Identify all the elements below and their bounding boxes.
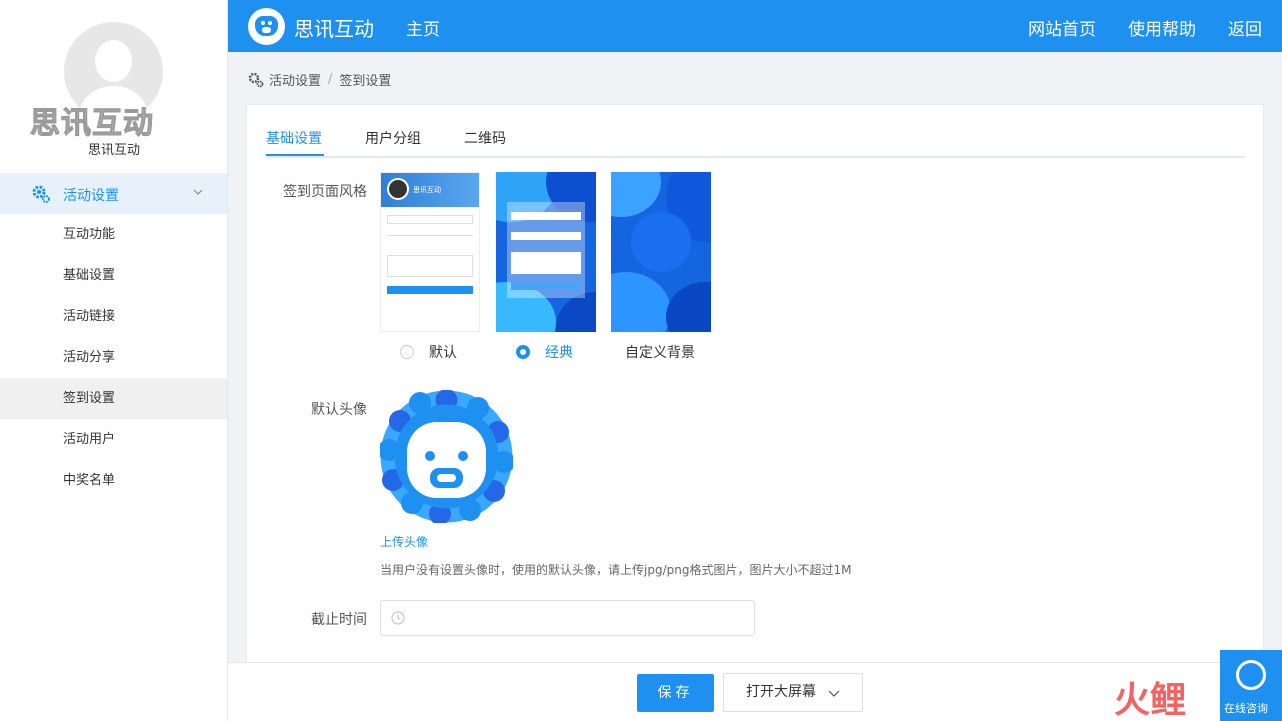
radio-circle-selected[interactable] (516, 345, 530, 359)
style-thumb-custom-background[interactable] (611, 172, 711, 332)
open-big-screen-label: 打开大屏幕 (746, 684, 816, 700)
style-label: 签到页面风格 (283, 184, 367, 200)
online-consult-button[interactable]: 在线咨询 (1220, 650, 1282, 721)
radio-label: 自定义背景 (625, 345, 695, 361)
logo-icon[interactable] (248, 8, 285, 45)
tab-bar: 基础设置 用户分组 二维码 (266, 105, 1245, 158)
breadcrumb-parent[interactable]: 活动设置 (269, 70, 321, 89)
gear-icon (248, 72, 264, 87)
sidebar-item-basic-settings[interactable]: 基础设置 (0, 255, 227, 296)
radio-label: 经典 (545, 345, 573, 361)
radio-label: 默认 (429, 345, 457, 361)
top-links: 网站首页 使用帮助 返回 (1028, 15, 1262, 40)
sidebar-item-signin-settings[interactable]: 签到设置 (0, 378, 227, 419)
website-home-link[interactable]: 网站首页 (1028, 15, 1096, 40)
tab-active-indicator (266, 154, 324, 156)
tab-basic-settings[interactable]: 基础设置 (266, 128, 322, 148)
settings-card: 基础设置 用户分组 二维码 签到页面风格 思讯互动 默认 经典 自定义背景 默认… (246, 104, 1264, 664)
sidebar-parent-label: 活动设置 (63, 188, 119, 204)
avatar-label: 默认头像 (311, 402, 367, 418)
watermark-logo: 火鲤 (1114, 680, 1187, 721)
avatar-hint: 当用户没有设置头像时，使用的默认头像，请上传jpg/png格式图片，图片大小不超… (380, 563, 852, 577)
sidebar-submenu: 互动功能 基础设置 活动链接 活动分享 签到设置 活动用户 中奖名单 (0, 214, 227, 501)
radio-circle[interactable] (400, 345, 414, 359)
breadcrumb-separator: / (328, 72, 333, 87)
headset-icon (1236, 660, 1266, 690)
app-title[interactable]: 思讯互动 (294, 13, 374, 42)
sidebar-item-activity-share[interactable]: 活动分享 (0, 337, 227, 378)
upload-avatar-link[interactable]: 上传头像 (380, 533, 428, 550)
radio-custom-background[interactable]: 自定义背景 (625, 342, 695, 362)
brand-name: 思讯互动 (87, 143, 140, 158)
save-button[interactable]: 保存 (637, 674, 714, 712)
deadline-label: 截止时间 (311, 612, 367, 628)
sidebar-item-winner-list[interactable]: 中奖名单 (0, 460, 227, 501)
tab-qrcode[interactable]: 二维码 (464, 128, 506, 148)
top-bar: 思讯互动 主页 网站首页 使用帮助 返回 (228, 0, 1282, 52)
breadcrumb: 活动设置 / 签到设置 (248, 70, 391, 89)
sidebar: 思讯互动 思讯互动 活动设置 互动功能 基础设置 活动链接 活动分享 签到设置 … (0, 0, 228, 721)
gear-icon (32, 185, 50, 203)
consult-label: 在线咨询 (1224, 702, 1268, 715)
help-link[interactable]: 使用帮助 (1128, 15, 1196, 40)
thumb-avatar (387, 178, 409, 200)
sidebar-item-activity-users[interactable]: 活动用户 (0, 419, 227, 460)
sidebar-menu-activity-settings[interactable]: 活动设置 (0, 173, 227, 214)
tab-user-groups[interactable]: 用户分组 (365, 128, 421, 148)
thumb-brand-name: 思讯互动 (413, 186, 441, 194)
clock-icon (391, 611, 405, 625)
radio-default[interactable]: 默认 (400, 342, 457, 362)
style-thumb-classic[interactable] (496, 172, 596, 332)
sidebar-item-interactive-features[interactable]: 互动功能 (0, 214, 227, 255)
chevron-down-icon (193, 189, 203, 195)
open-big-screen-button[interactable]: 打开大屏幕 (723, 673, 863, 712)
chevron-down-icon (828, 690, 840, 697)
back-link[interactable]: 返回 (1228, 15, 1262, 40)
brand-watermark: 思讯互动 (30, 106, 154, 142)
lion-avatar-icon[interactable] (380, 390, 513, 523)
style-thumb-default[interactable]: 思讯互动 (380, 172, 480, 332)
radio-classic[interactable]: 经典 (516, 342, 573, 362)
nav-home-link[interactable]: 主页 (406, 15, 440, 40)
sidebar-item-activity-link[interactable]: 活动链接 (0, 296, 227, 337)
breadcrumb-current: 签到设置 (339, 74, 392, 89)
deadline-input[interactable] (380, 600, 755, 636)
